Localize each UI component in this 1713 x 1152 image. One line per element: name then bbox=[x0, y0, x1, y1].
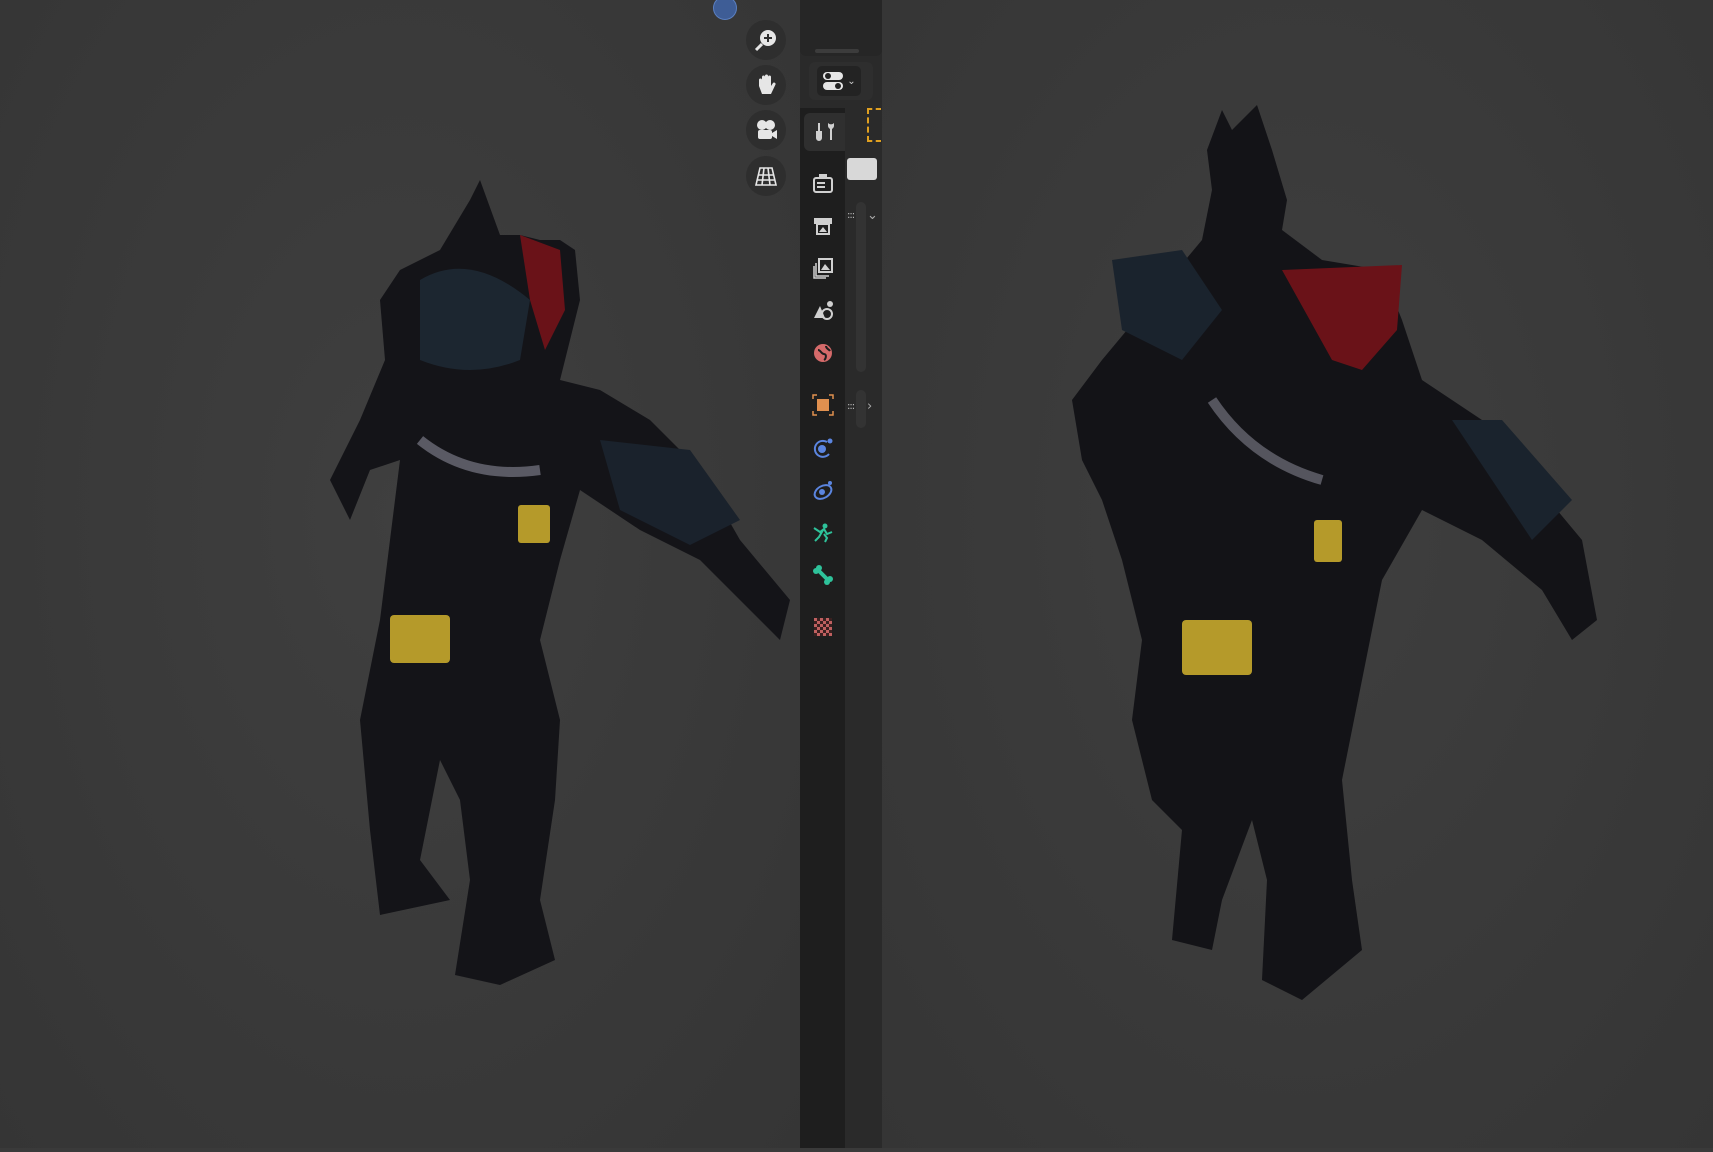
viewport-left[interactable] bbox=[0, 0, 800, 1148]
object-icon bbox=[812, 394, 834, 416]
selection-outline-icon bbox=[867, 108, 881, 142]
chevron-down-icon[interactable]: ⌄ bbox=[867, 208, 878, 223]
camera-view-button[interactable] bbox=[746, 110, 786, 150]
character-model-three-quarter-view bbox=[1072, 105, 1597, 1000]
zoom-button[interactable] bbox=[746, 20, 786, 60]
chevron-right-icon[interactable]: › bbox=[867, 399, 872, 414]
tab-object[interactable] bbox=[804, 386, 842, 424]
tab-texture[interactable] bbox=[804, 608, 842, 646]
properties-editor: ⌄ ::: ⌄ ::: › bbox=[800, 0, 883, 1148]
render-icon bbox=[813, 174, 833, 193]
properties-toggle-icon bbox=[823, 72, 844, 90]
output-icon bbox=[814, 218, 832, 235]
world-icon bbox=[814, 344, 832, 362]
tab-tool[interactable] bbox=[804, 113, 845, 151]
character-model-back-view bbox=[330, 180, 790, 985]
tab-modifiers[interactable] bbox=[804, 429, 842, 467]
tab-world[interactable] bbox=[804, 334, 842, 372]
zoom-icon bbox=[754, 30, 776, 52]
tool-icon bbox=[815, 123, 834, 141]
camera-view-icon bbox=[757, 120, 777, 139]
image-preview-icon bbox=[847, 158, 877, 180]
pan-hand-icon bbox=[759, 74, 776, 94]
viewport-right[interactable] bbox=[882, 0, 1713, 1148]
properties-tabs bbox=[800, 108, 845, 1148]
pan-button[interactable] bbox=[746, 65, 786, 105]
modifiers-icon bbox=[813, 438, 833, 458]
particles-icon bbox=[813, 481, 833, 500]
properties-header bbox=[800, 0, 882, 56]
tab-particles[interactable] bbox=[804, 471, 842, 509]
object-data-bone-icon bbox=[813, 565, 833, 585]
ortho-grid-icon bbox=[754, 167, 778, 186]
tab-scene[interactable] bbox=[804, 291, 842, 329]
tab-physics[interactable] bbox=[804, 514, 842, 552]
scrollbar[interactable] bbox=[856, 202, 866, 372]
header-drag-bar[interactable] bbox=[815, 49, 859, 53]
tab-view-layer[interactable] bbox=[804, 249, 842, 287]
chevron-down-icon: ⌄ bbox=[847, 75, 856, 87]
tab-render[interactable] bbox=[804, 164, 842, 202]
ortho-toggle-button[interactable] bbox=[746, 156, 786, 196]
scrollbar[interactable] bbox=[856, 390, 866, 428]
drag-grip-icon[interactable]: ::: bbox=[847, 210, 855, 221]
editor-type-button[interactable]: ⌄ bbox=[809, 62, 873, 100]
tab-object-data-bone[interactable] bbox=[804, 556, 842, 594]
properties-panel: ::: ⌄ ::: › bbox=[845, 100, 882, 1148]
texture-icon bbox=[814, 618, 832, 636]
physics-icon bbox=[813, 523, 833, 543]
tab-output[interactable] bbox=[804, 206, 842, 244]
scene-icon bbox=[814, 301, 833, 320]
view-layer-icon bbox=[813, 258, 833, 279]
drag-grip-icon[interactable]: ::: bbox=[847, 401, 855, 412]
